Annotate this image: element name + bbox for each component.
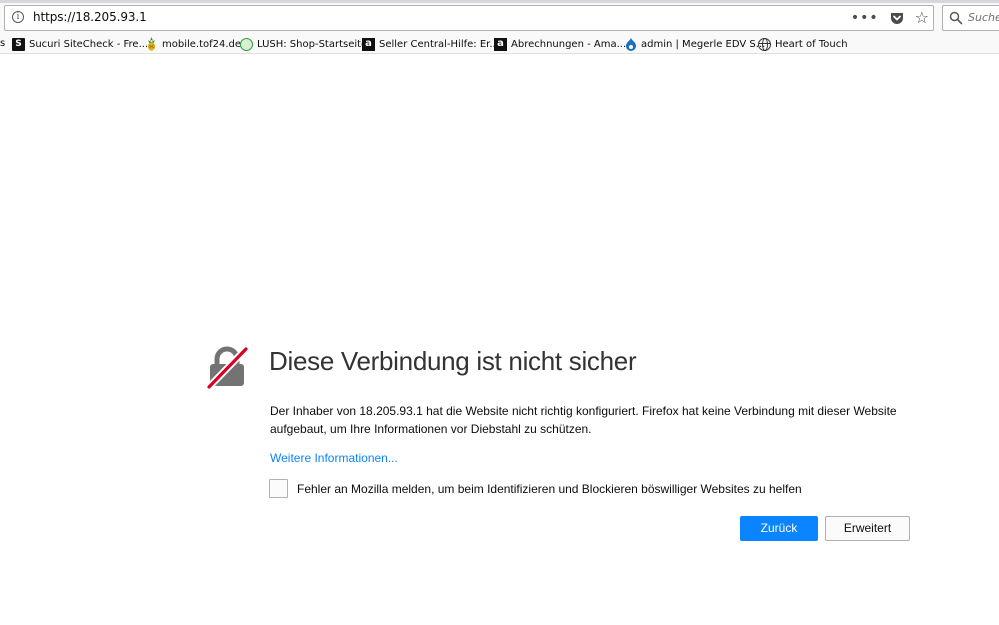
bookmark-item[interactable]: Heart of Touch <box>758 37 848 51</box>
drupal-icon <box>626 37 636 51</box>
bookmark-item[interactable]: a Abrechnungen - Ama... <box>494 37 626 51</box>
bookmark-label: Heart of Touch <box>775 38 848 50</box>
bookmark-item[interactable]: a Seller Central-Hilfe: Er... <box>362 37 499 51</box>
bookmarks-toolbar: s S Sucuri SiteCheck - Fre... mobile.tof… <box>0 35 999 54</box>
bookmark-label: Abrechnungen - Ama... <box>511 38 627 50</box>
amazon-icon: a <box>494 37 507 51</box>
pocket-icon[interactable] <box>889 10 905 26</box>
report-error-label[interactable]: Fehler an Mozilla melden, um beim Identi… <box>297 482 802 496</box>
advanced-button[interactable]: Erweitert <box>825 516 910 541</box>
bookmark-cutoff-label[interactable]: s <box>0 38 5 49</box>
back-button[interactable]: Zurück <box>740 516 818 541</box>
broken-lock-icon <box>205 345 249 389</box>
navigation-toolbar: i https://18.205.93.1 ••• ☆ Suche <box>0 3 999 35</box>
amazon-icon: a <box>362 37 375 51</box>
bookmark-item[interactable]: mobile.tof24.de <box>145 37 241 51</box>
bookmark-label: admin | Megerle EDV S... <box>641 38 766 50</box>
error-description: Der Inhaber von 18.205.93.1 hat die Webs… <box>270 404 897 436</box>
learn-more-link[interactable]: Weitere Informationen... <box>270 451 398 465</box>
search-placeholder[interactable]: Suche <box>968 11 999 24</box>
search-bar[interactable]: Suche <box>942 5 999 31</box>
url-bar-actions: ••• ☆ <box>851 8 929 28</box>
bookmark-label: Seller Central-Hilfe: Er... <box>379 38 499 50</box>
error-title: Diese Verbindung ist nicht sicher <box>269 346 637 376</box>
bookmark-item[interactable]: admin | Megerle EDV S... <box>625 37 765 51</box>
bookmark-item[interactable]: LUSH: Shop-Startseite <box>240 37 367 51</box>
site-info-icon[interactable]: i <box>12 11 24 23</box>
report-error-checkbox[interactable] <box>269 479 288 498</box>
bookmark-label: Sucuri SiteCheck - Fre... <box>29 38 149 50</box>
bookmark-star-icon[interactable]: ☆ <box>915 10 929 26</box>
lush-icon <box>240 37 253 51</box>
url-bar[interactable]: i https://18.205.93.1 ••• ☆ <box>4 5 934 31</box>
sucuri-icon: S <box>12 37 25 51</box>
bookmark-label: LUSH: Shop-Startseite <box>257 38 368 50</box>
bookmark-label: mobile.tof24.de <box>162 38 242 50</box>
pineapple-icon <box>147 37 156 51</box>
bookmark-item[interactable]: S Sucuri SiteCheck - Fre... <box>12 37 148 51</box>
page-actions-icon[interactable]: ••• <box>851 10 879 26</box>
url-text[interactable]: https://18.205.93.1 <box>33 10 147 24</box>
globe-icon <box>758 37 771 51</box>
search-icon <box>949 11 963 25</box>
